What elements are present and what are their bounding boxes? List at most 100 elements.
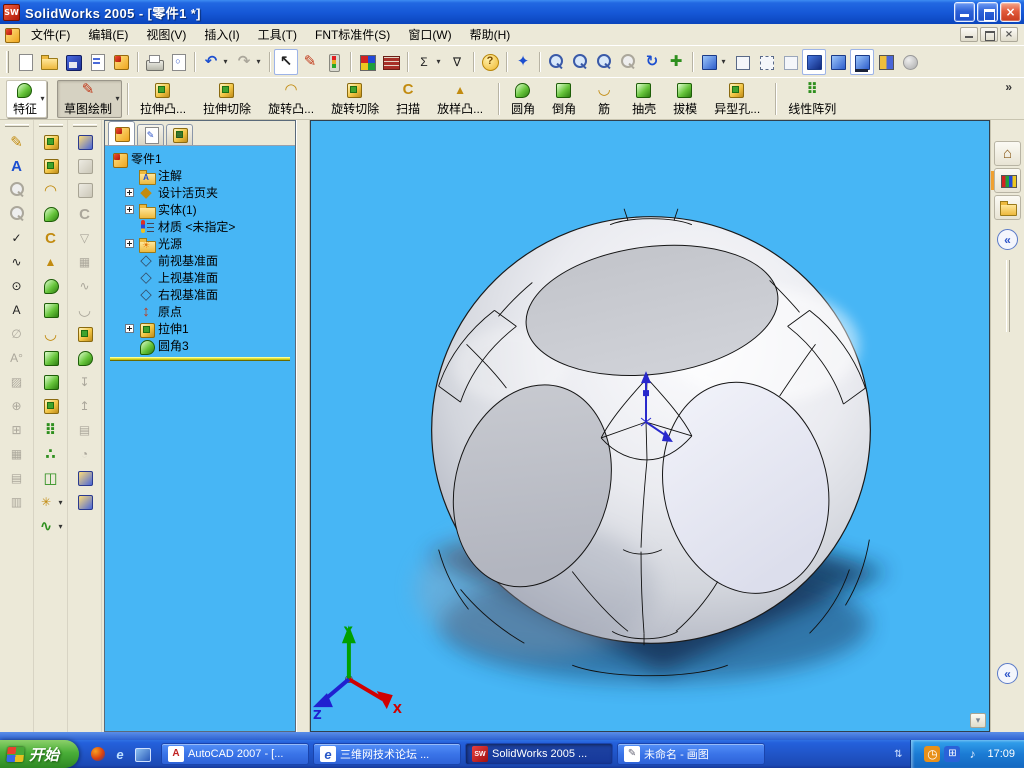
shaded-with-edges-button[interactable] [802,48,826,75]
dropdown-arrow-icon[interactable] [434,57,443,66]
dropdown-arrow-icon[interactable] [719,57,728,66]
make-assembly-button[interactable] [109,49,133,75]
selection-filter-button[interactable]: ∇ [445,49,469,75]
hidden-lines-removed-button[interactable] [778,49,802,75]
extruded-cut-icon[interactable] [39,154,63,178]
rebuild-button[interactable] [322,49,346,75]
wrap-icon[interactable] [73,130,97,154]
chamfer-icon[interactable] [39,298,63,322]
media-player-icon[interactable] [89,745,107,763]
task-pane-collapse-button-2[interactable]: « [997,663,1018,684]
tree-item-lights[interactable]: ☀ 光源 [107,235,293,253]
pan-button[interactable]: ✚ [664,49,688,75]
spline-icon[interactable]: ∿ [34,514,67,538]
features-button[interactable]: 特征 [6,79,48,118]
dropdown-arrow-icon[interactable] [221,57,230,66]
toolbar-overflow-chevron[interactable]: » [999,78,1018,96]
clock-tray-icon[interactable]: ◷ [924,746,941,762]
menu-item[interactable]: 窗口(W) [399,23,460,46]
child-close-button[interactable]: × [1000,27,1018,42]
tab-configurationmanager[interactable]: ≡ [166,124,193,145]
delete-face-icon[interactable]: ↥ [73,394,97,418]
redo-button[interactable]: ↷ [232,49,265,75]
chamfer-button[interactable]: 倒角 [545,80,586,118]
disabled-tool-button[interactable] [898,49,922,75]
close-button[interactable]: × [1000,2,1021,22]
draft-button[interactable]: 拔模 [666,80,707,118]
fillet-button[interactable]: 圆角 [504,80,545,118]
texture-button[interactable] [379,49,403,75]
circular-pattern-icon[interactable]: ∴ [39,442,63,466]
linear-pattern-button[interactable]: ⠿ 线性阵列 [781,80,846,118]
restore-button[interactable] [977,2,998,22]
zoom-to-fit-button[interactable] [616,49,640,75]
fillet-icon[interactable] [39,274,63,298]
thicken-icon[interactable]: ▽ [73,226,97,250]
geometric-tolerance-icon[interactable]: A° [5,346,29,370]
sketch-draw-button[interactable]: ✎ 草图绘制 [57,79,123,118]
clock[interactable]: 17:09 [987,748,1015,760]
tree-item-fillet3[interactable]: 圆角3 [107,337,293,355]
boundary-icon[interactable] [73,178,97,202]
rotate-view-button[interactable]: ↻ [640,49,664,75]
rib-button[interactable]: ◡ 筋 [586,80,625,118]
task-pane-grip[interactable] [1005,260,1010,332]
standard-views-button[interactable] [697,49,730,75]
revolve-boss-button[interactable]: ◠ 旋转凸... [261,80,324,118]
shell-icon[interactable] [39,346,63,370]
loft-button[interactable]: ▲ 放样凸... [430,80,493,118]
note-icon[interactable]: A [5,154,29,178]
network-tray-icon[interactable]: ⊞ [944,746,961,762]
combine-icon[interactable] [73,346,97,370]
sweep-cut-icon[interactable]: C [73,202,97,226]
show-desktop-icon[interactable] [133,745,152,763]
task-pane-collapse-button[interactable]: « [997,229,1018,250]
file-explorer-tab[interactable] [994,195,1021,220]
print-preview-button[interactable]: ○ [166,49,190,75]
tree-expander-icon[interactable] [125,188,134,197]
hidden-lines-visible-button[interactable] [754,49,778,75]
loft-icon[interactable]: ▲ [39,250,63,274]
zoom-area-tool-icon[interactable] [5,202,29,226]
hole-wizard-button[interactable]: 异型孔... [707,80,770,118]
menu-item[interactable]: 工具(T) [249,23,306,46]
edit-color-button[interactable] [355,49,379,75]
tree-item-annotations[interactable]: A 注解 [107,167,293,185]
balloon-icon[interactable]: ▦ [5,442,29,466]
child-restore-button[interactable] [980,27,998,42]
internet-explorer-icon[interactable]: e [111,745,129,763]
sweep-icon[interactable]: C [39,226,63,250]
sketch-button[interactable]: ✎ [298,49,322,75]
curve-icon[interactable]: ∿ [73,274,97,298]
untrim-surface-icon[interactable]: ◔ [73,442,97,466]
deform-icon[interactable] [73,490,97,514]
sweep-button[interactable]: C 扫描 [389,80,430,118]
dome-icon[interactable] [39,202,63,226]
undo-button[interactable]: ↶ [199,49,232,75]
toolbar-grip[interactable] [6,50,9,73]
dropdown-arrow-icon[interactable] [56,498,65,507]
tab-propertymanager[interactable]: ✎ [137,124,164,145]
sketch-entities-icon[interactable]: ✳ [34,490,67,514]
smart-dimension-icon[interactable]: ✓ [5,226,29,250]
cut-with-surface-icon[interactable] [73,322,97,346]
toolbar-grip[interactable] [72,124,97,127]
extrude-boss-button[interactable]: 拉伸凸... [133,80,196,118]
dowel-symbol-icon[interactable]: ⊞ [5,418,29,442]
area-hatch-icon[interactable]: ▨ [5,370,29,394]
tree-expander-icon[interactable] [125,324,134,333]
menu-item[interactable]: 文件(F) [22,23,79,46]
scoop-icon[interactable]: ◡ [73,298,97,322]
dropdown-arrow-icon[interactable] [38,94,47,103]
tree-item-part[interactable]: 零件1 [107,150,293,168]
design-library-tab[interactable] [991,168,1021,193]
loft-cut-icon[interactable] [73,154,97,178]
tree-item-origin[interactable]: ↕ 原点 [107,303,293,320]
revolve-cut-button[interactable]: 旋转切除 [324,80,389,118]
volume-tray-icon[interactable]: ♪ [964,746,980,762]
select-button[interactable]: ↖ [274,48,298,75]
shell-button[interactable]: 抽壳 [625,80,666,118]
flex-icon[interactable] [73,466,97,490]
zoom-area-button[interactable] [568,49,592,75]
replace-face-icon[interactable]: ▤ [73,418,97,442]
